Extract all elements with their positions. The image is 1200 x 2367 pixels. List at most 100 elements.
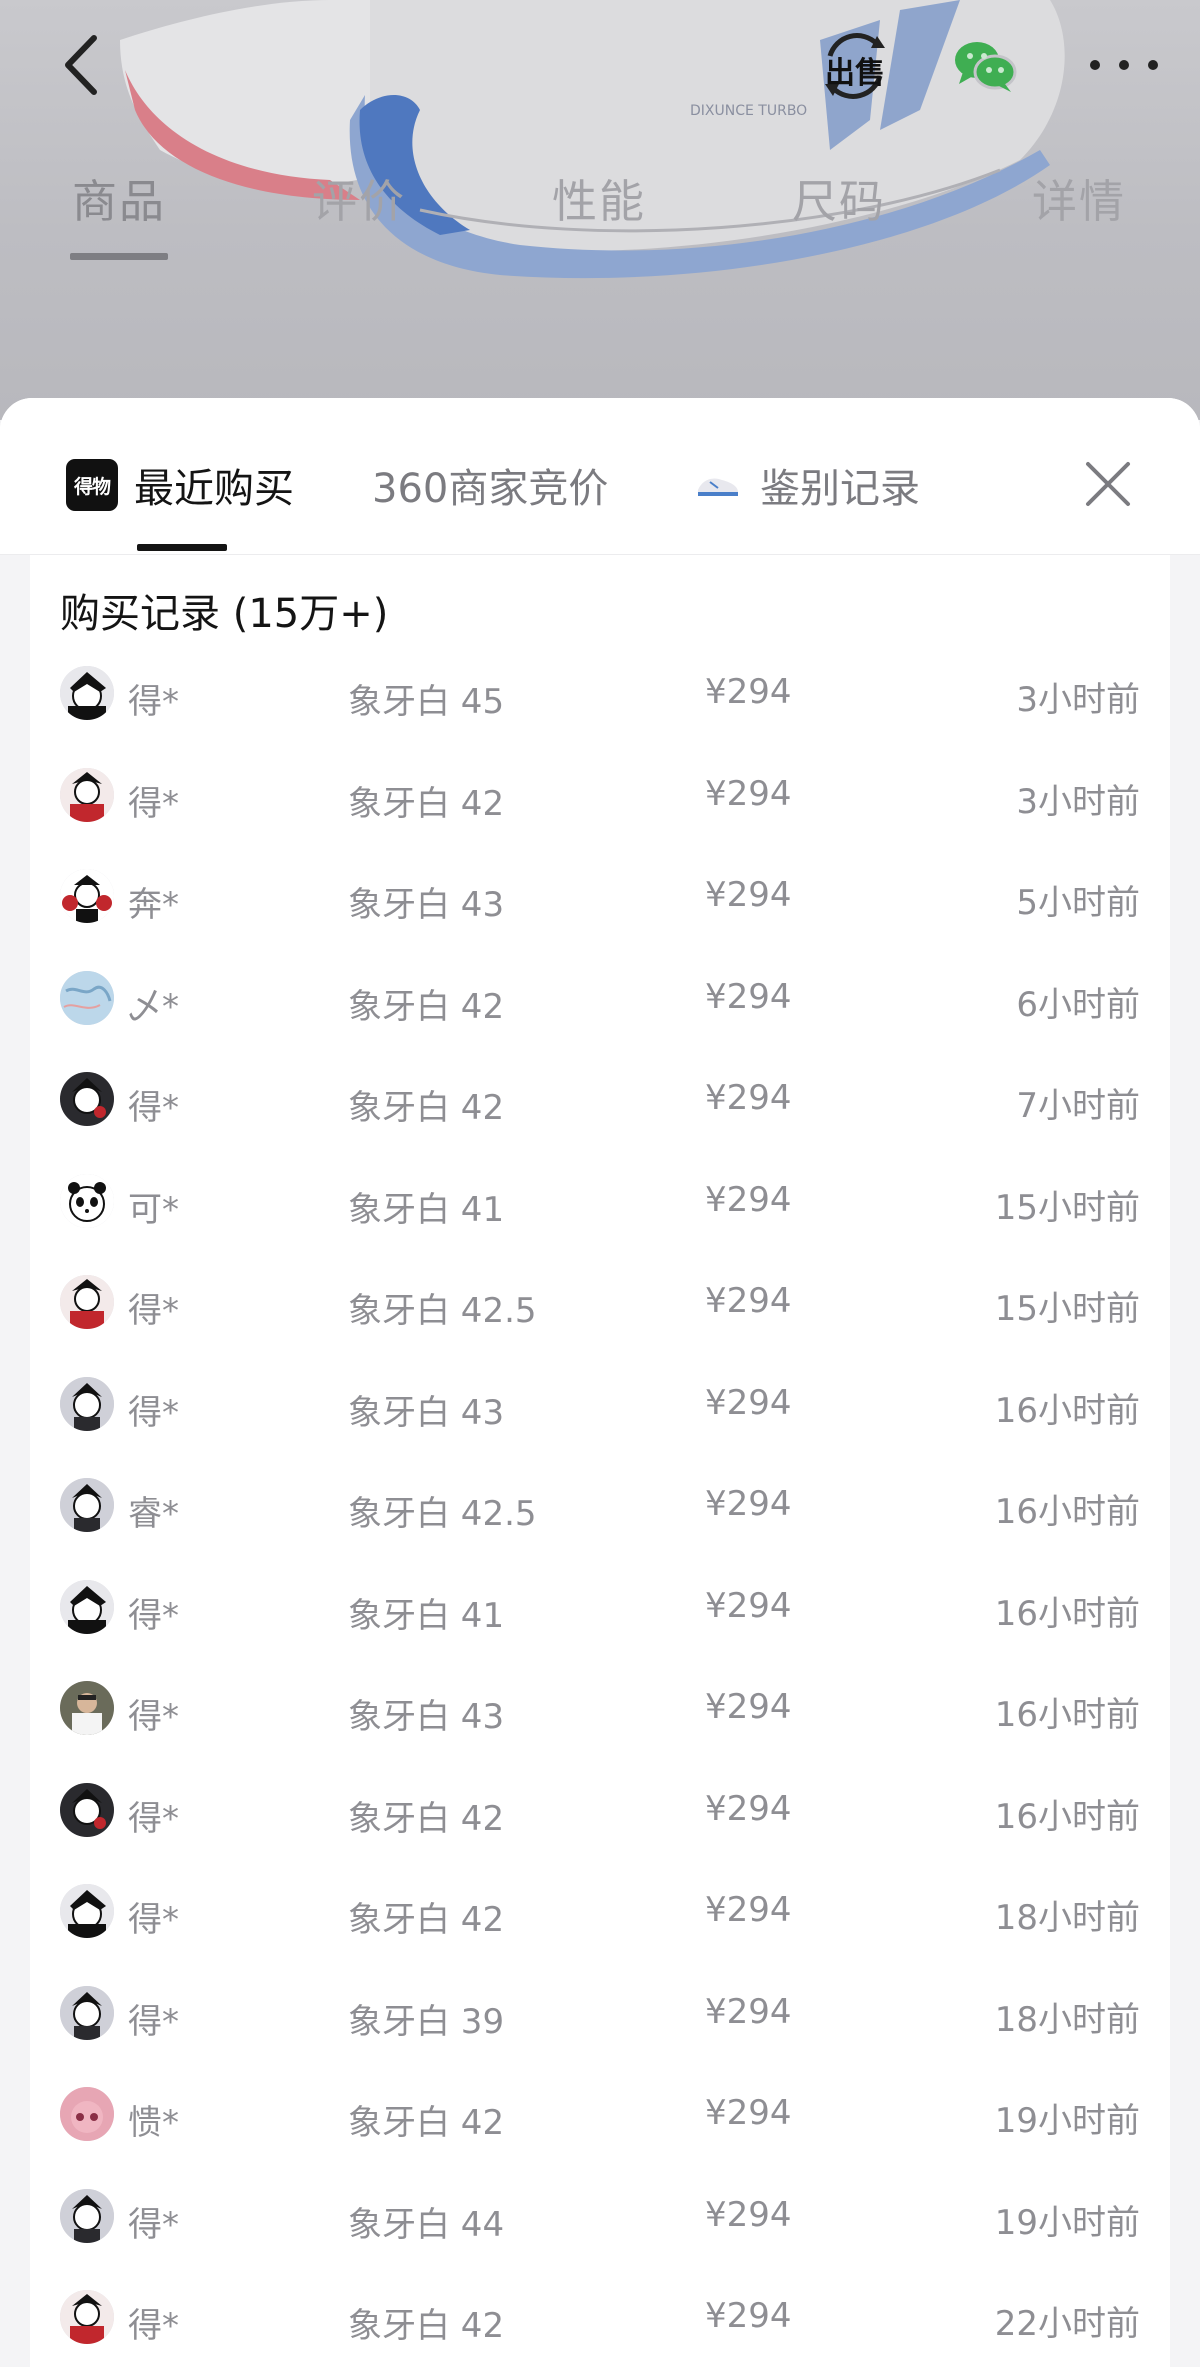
sale-price: ¥294 [705,672,792,712]
buyer-avatar [60,1782,114,1837]
purchase-time: 5小时前 [1016,883,1140,923]
buyer-name: 得* [128,1088,179,1128]
product-variant: 象牙白 45 [348,682,505,722]
dewu-logo: 得物 [66,459,118,511]
purchase-record-row: 愦* 象牙白 42 ¥294 19小时前 [30,2069,1170,2159]
purchase-record-row: 得* 象牙白 44 ¥294 19小时前 [30,2171,1170,2261]
buyer-avatar [60,2087,114,2141]
product-variant: 象牙白 44 [348,2204,505,2245]
product-variant: 象牙白 42 [348,1088,505,1128]
product-variant: 象牙白 42 [348,2103,505,2143]
purchase-time: 18小时前 [994,1898,1140,1938]
tab-recent-purchases[interactable]: 得物 最近购买 [66,456,294,514]
sell-button[interactable]: 出售 [815,26,895,106]
buyer-name: 得* [128,1392,179,1433]
records-title: 购买记录 (15万+) [60,591,389,637]
tab-performance[interactable]: 性能 [552,165,646,230]
sale-price: ¥294 [705,1890,792,1930]
tab-size[interactable]: 尺码 [792,165,886,230]
purchase-time: 16小时前 [994,1593,1140,1634]
more-icon [1090,60,1158,70]
purchase-record-row: 乄* 象牙白 42 ¥294 6小时前 [30,953,1170,1043]
tab-merchant-bidding[interactable]: 360商家竞价 [372,456,608,514]
sale-price: ¥294 [705,1484,792,1524]
product-gallery: DIXUNCE TURBO 出售 商品 评价 性能 尺码 详情 [0,0,1200,420]
recent-purchases-sheet: 得物 最近购买 360商家竞价 鉴别记录 购买记录 (15万+) 得* 象牙白 4… [0,398,1200,2367]
purchase-time: 15小时前 [994,1289,1140,1329]
buyer-name: 得* [128,1697,179,1737]
buyer-avatar [60,869,114,923]
product-variant: 象牙白 42 [348,1900,505,1940]
sale-price: ¥294 [705,1078,792,1118]
purchase-record-row: 睿* 象牙白 42.5 ¥294 16小时前 [30,1460,1170,1550]
more-button[interactable] [1080,40,1170,90]
sale-price: ¥294 [705,2194,792,2235]
purchase-record-row: 得* 象牙白 43 ¥294 16小时前 [30,1359,1170,1449]
product-variant: 象牙白 42 [348,1798,505,1839]
purchase-record-row: 得* 象牙白 43 ¥294 16小时前 [30,1663,1170,1753]
buyer-name: 得* [128,1595,179,1636]
tab-details[interactable]: 详情 [1032,165,1126,230]
purchase-record-row: 得* 象牙白 45 ¥294 3小时前 [30,648,1170,738]
purchase-record-row: 得* 象牙白 42 ¥294 18小时前 [30,1866,1170,1956]
purchase-record-row: 得* 象牙白 39 ¥294 18小时前 [30,1968,1170,2058]
tab-recent-purchases-label: 最近购买 [134,466,294,512]
product-variant: 象牙白 39 [348,2001,505,2042]
purchase-record-row: 奔* 象牙白 43 ¥294 5小时前 [30,851,1170,941]
tab-reviews[interactable]: 评价 [312,165,406,230]
buyer-avatar [60,1173,114,1228]
purchase-record-row: 可* 象牙白 41 ¥294 15小时前 [30,1156,1170,1246]
buyer-name: 得* [128,2204,179,2245]
buyer-name: 得* [128,682,179,722]
tab-authentication-records[interactable]: 鉴别记录 [696,456,920,514]
sheet-tab-bar: 得物 最近购买 360商家竞价 鉴别记录 [0,398,1200,555]
tab-product[interactable]: 商品 [72,165,166,230]
product-variant: 象牙白 42 [348,783,505,824]
buyer-avatar [60,1681,114,1735]
purchase-time: 18小时前 [994,1999,1140,2040]
buyer-name: 乄* [128,986,179,1027]
buyer-name: 得* [128,783,179,824]
tab-indicator [70,253,168,260]
sale-price: ¥294 [705,1687,792,1727]
buyer-avatar [60,2188,114,2243]
sale-price: ¥294 [705,1585,792,1626]
buyer-name: 可* [128,1189,179,1230]
purchase-time: 16小时前 [994,1695,1140,1735]
buyer-avatar [60,1072,114,1126]
sale-price: ¥294 [705,1788,792,1829]
product-section-tabs: 商品 评价 性能 尺码 详情 [0,165,1200,265]
product-variant: 象牙白 43 [348,885,505,925]
product-variant: 象牙白 42.5 [348,1494,537,1534]
product-variant: 象牙白 41 [348,1189,505,1230]
purchase-record-row: 得* 象牙白 42.5 ¥294 15小时前 [30,1257,1170,1347]
wechat-share-button[interactable] [945,26,1025,106]
purchase-time: 16小时前 [994,1390,1140,1431]
buyer-name: 睿* [128,1494,179,1534]
purchase-time: 6小时前 [1016,984,1140,1025]
product-variant: 象牙白 43 [348,1392,505,1433]
product-variant: 象牙白 42 [348,2306,505,2346]
product-variant: 象牙白 43 [348,1697,505,1737]
back-icon [65,35,97,95]
purchase-record-row: 得* 象牙白 42 ¥294 3小时前 [30,750,1170,840]
back-button[interactable] [58,30,108,100]
purchase-time: 16小时前 [994,1796,1140,1837]
purchase-record-row: 得* 象牙白 42 ¥294 22小时前 [30,2272,1170,2362]
buyer-avatar [60,1376,114,1431]
close-button[interactable] [1082,458,1134,510]
buyer-name: 得* [128,1900,179,1940]
buyer-name: 愦* [128,2103,179,2143]
purchase-time: 3小时前 [1016,680,1140,720]
buyer-avatar [60,1985,114,2040]
purchase-record-row: 得* 象牙白 42 ¥294 16小时前 [30,1765,1170,1855]
buyer-name: 得* [128,1798,179,1839]
product-variant: 象牙白 41 [348,1595,505,1636]
product-variant: 象牙白 42 [348,986,505,1027]
buyer-name: 得* [128,1291,179,1331]
buyer-avatar [60,1884,114,1938]
purchase-records-card: 购买记录 (15万+) 得* 象牙白 45 ¥294 3小时前 得* 象牙白 42 ¥294… [30,555,1170,2367]
sale-price: ¥294 [705,875,792,915]
product-variant: 象牙白 42.5 [348,1291,537,1331]
buyer-name: 得* [128,2001,179,2042]
